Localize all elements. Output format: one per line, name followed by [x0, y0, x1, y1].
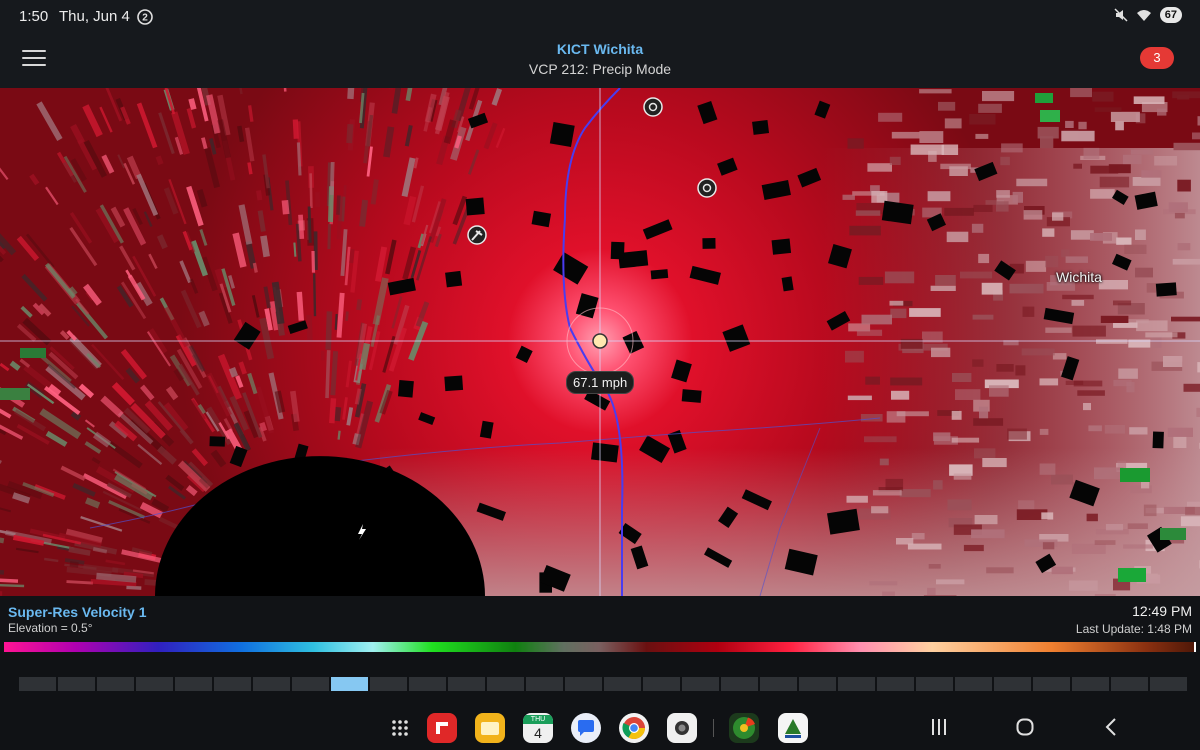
battery-indicator: 67: [1159, 7, 1182, 23]
loop-frame[interactable]: [1150, 677, 1187, 691]
loop-frame[interactable]: [370, 677, 407, 691]
mute-icon: [1114, 8, 1128, 22]
loop-frame[interactable]: [448, 677, 485, 691]
camera-icon[interactable]: [667, 713, 697, 743]
velocity-readout: 67.1 mph: [566, 371, 635, 394]
scan-time: 12:49 PM: [1132, 603, 1192, 619]
loop-frame[interactable]: [760, 677, 797, 691]
elevation-angle: Elevation = 0.5°: [8, 621, 93, 635]
loop-frame[interactable]: [799, 677, 836, 691]
calendar-day: THU: [523, 714, 553, 724]
back-button[interactable]: [1103, 717, 1119, 737]
radar-image[interactable]: [0, 88, 1200, 596]
last-update: Last Update: 1:48 PM: [1075, 622, 1192, 636]
app-header: KICT Wichita VCP 212: Precip Mode 3: [0, 34, 1200, 88]
chrome-icon[interactable]: [619, 713, 649, 743]
loop-frame[interactable]: [994, 677, 1031, 691]
loop-frame[interactable]: [1111, 677, 1148, 691]
flipboard-icon[interactable]: [427, 713, 457, 743]
product-name[interactable]: Super-Res Velocity 1: [8, 604, 147, 620]
loop-frame[interactable]: [604, 677, 641, 691]
velocity-color-scale: [4, 642, 1196, 652]
loop-frame[interactable]: [19, 677, 56, 691]
radar-app-icon[interactable]: [729, 713, 759, 743]
loop-frame[interactable]: [877, 677, 914, 691]
loop-frame[interactable]: [97, 677, 134, 691]
city-label: Wichita: [1056, 269, 1102, 285]
loop-frame[interactable]: [916, 677, 953, 691]
loop-frame[interactable]: [682, 677, 719, 691]
near-range-light-region: [380, 448, 1200, 596]
spotter-marker[interactable]: [697, 178, 717, 198]
loop-frame[interactable]: [838, 677, 875, 691]
navigation-bar: THU 4: [0, 705, 1200, 750]
loop-frame[interactable]: [253, 677, 290, 691]
cursor-point[interactable]: [592, 333, 608, 349]
kandrive-icon[interactable]: [778, 713, 808, 743]
clock: 1:50: [19, 8, 49, 25]
notification-icon: 2: [137, 9, 153, 25]
loop-frame[interactable]: [1033, 677, 1070, 691]
loop-frame[interactable]: [565, 677, 602, 691]
scan-mode-subtitle: VCP 212: Precip Mode: [528, 61, 672, 77]
loop-frame[interactable]: [955, 677, 992, 691]
calendar-date: 4: [534, 724, 542, 741]
loop-frame[interactable]: [1072, 677, 1109, 691]
wifi-icon: [1136, 9, 1151, 21]
calendar-icon[interactable]: THU 4: [523, 713, 553, 743]
product-info-bar: Super-Res Velocity 1 Elevation = 0.5° 12…: [0, 596, 1200, 640]
status-icons: 67: [1114, 7, 1182, 23]
station-title[interactable]: KICT Wichita: [0, 41, 1200, 57]
loop-frame[interactable]: [136, 677, 173, 691]
svg-text:2: 2: [142, 13, 148, 24]
loop-frame[interactable]: [175, 677, 212, 691]
date: Thu, Jun 4: [59, 8, 130, 25]
files-icon[interactable]: [475, 713, 505, 743]
radar-map[interactable]: 67.1 mph Wichita: [0, 88, 1200, 596]
alert-count-badge[interactable]: 3: [1140, 47, 1174, 69]
spotter-marker[interactable]: [643, 97, 663, 117]
loop-frame[interactable]: [643, 677, 680, 691]
animation-loop-frames: [19, 677, 1187, 691]
loop-frame[interactable]: [214, 677, 251, 691]
messages-icon[interactable]: [571, 713, 601, 743]
loop-frame[interactable]: [487, 677, 524, 691]
status-bar: 1:50 Thu, Jun 4 2 67: [0, 0, 1200, 34]
tower-marker-icon[interactable]: [467, 225, 487, 245]
loop-frame[interactable]: [58, 677, 95, 691]
loop-frame[interactable]: [292, 677, 329, 691]
recent-apps-button[interactable]: [931, 717, 947, 737]
home-button[interactable]: [1015, 717, 1035, 737]
dock-divider: [713, 719, 714, 737]
app-drawer-icon[interactable]: [385, 713, 415, 743]
loop-frame[interactable]: [409, 677, 446, 691]
loop-frame[interactable]: [331, 677, 368, 691]
loop-frame[interactable]: [526, 677, 563, 691]
loop-frame[interactable]: [721, 677, 758, 691]
